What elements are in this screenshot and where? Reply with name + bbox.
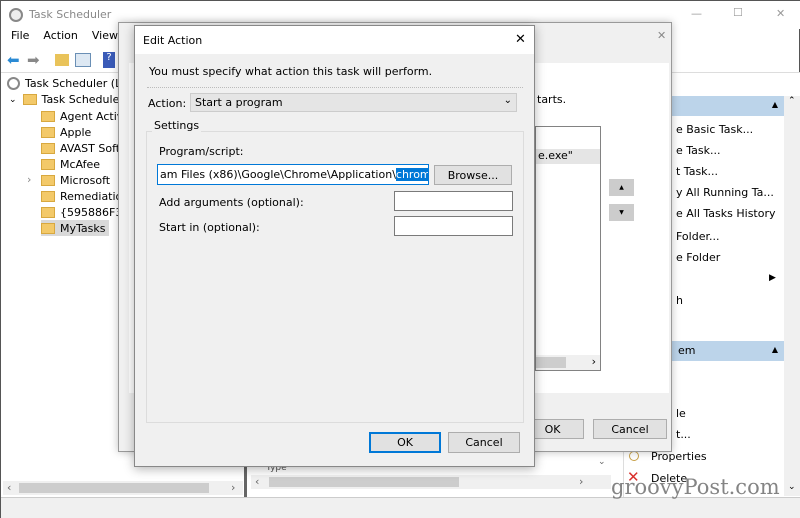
browse-button[interactable]: Browse... xyxy=(434,165,512,185)
move-up-button[interactable]: ▲ xyxy=(609,179,634,196)
folder-icon xyxy=(41,158,55,170)
action-item[interactable]: y All Running Ta... xyxy=(676,186,774,199)
edit-action-dialog: Edit Action ✕ You must specify what acti… xyxy=(134,25,535,467)
properties-icon xyxy=(629,451,639,461)
collapse-icon[interactable]: ▲ xyxy=(772,345,778,354)
action-item[interactable]: e All Tasks History xyxy=(676,207,776,220)
window-title: Task Scheduler xyxy=(29,8,112,21)
list-item[interactable]: e.exe" xyxy=(536,149,600,164)
instruction-text: You must specify what action this task w… xyxy=(149,65,433,78)
args-label: Add arguments (optional): xyxy=(159,196,304,209)
clock-icon xyxy=(9,8,23,22)
scroll-left-icon[interactable]: ‹ xyxy=(7,481,11,494)
watermark: groovyPost.com xyxy=(611,475,780,499)
maximize-button[interactable]: ☐ xyxy=(733,6,743,19)
chevron-down-icon[interactable]: ⌄ xyxy=(9,95,17,105)
show-pane-icon[interactable] xyxy=(75,53,91,67)
cancel-button[interactable]: Cancel xyxy=(448,432,520,453)
folder-icon xyxy=(41,174,55,186)
folder-icon xyxy=(41,190,55,202)
tree-folder[interactable]: Apple xyxy=(41,124,91,140)
tree-library[interactable]: ⌄ Task Scheduler L xyxy=(9,93,133,106)
folder-icon xyxy=(41,206,55,218)
close-button[interactable]: ✕ xyxy=(776,7,785,20)
menu-file[interactable]: File xyxy=(11,29,29,47)
move-down-button[interactable]: ▼ xyxy=(609,204,634,221)
tree-folder[interactable]: Microsoft xyxy=(41,172,110,188)
start-in-input[interactable] xyxy=(394,216,513,236)
close-icon[interactable]: ✕ xyxy=(515,32,526,47)
scroll-left-icon[interactable]: ‹ xyxy=(255,475,259,488)
action-item[interactable]: le xyxy=(676,407,686,420)
tree-folder[interactable]: AVAST Softw xyxy=(41,140,129,156)
action-item[interactable]: e Basic Task... xyxy=(676,123,753,136)
separator xyxy=(147,87,523,88)
scroll-thumb[interactable] xyxy=(269,477,459,487)
actions-scrollbar[interactable]: ⌃ ⌄ xyxy=(784,96,800,496)
actions-list[interactable]: e.exe" › xyxy=(535,126,601,371)
scroll-right-icon[interactable]: › xyxy=(231,481,235,494)
collapse-icon[interactable]: ▲ xyxy=(772,100,778,109)
program-label: Program/script: xyxy=(159,145,244,158)
chevron-down-icon: ⌄ xyxy=(503,95,512,106)
action-select[interactable]: Start a program ⌄ xyxy=(190,93,517,112)
clock-icon xyxy=(7,77,20,90)
dialog-title: Edit Action xyxy=(143,34,203,47)
close-icon[interactable]: ✕ xyxy=(657,29,666,42)
dialog-title-bar: Edit Action ✕ xyxy=(135,26,534,54)
cancel-button[interactable]: Cancel xyxy=(593,419,667,439)
folder-icon xyxy=(41,222,55,234)
folder-up-icon[interactable] xyxy=(55,54,69,66)
submenu-arrow-icon[interactable]: ▶ xyxy=(769,273,776,283)
scroll-thumb[interactable] xyxy=(19,483,209,493)
forward-icon[interactable]: ➡ xyxy=(27,51,40,69)
folder-icon xyxy=(22,94,37,105)
back-icon[interactable]: ⬅ xyxy=(7,51,20,69)
action-item[interactable]: e Folder xyxy=(676,251,720,264)
arguments-input[interactable] xyxy=(394,191,513,211)
menu-bar: File Action View xyxy=(1,29,118,47)
middle-scrollbar[interactable]: ‹ › xyxy=(251,475,611,489)
help-icon[interactable]: ? xyxy=(103,52,115,68)
program-script-input[interactable]: am Files (x86)\Google\Chrome\Application… xyxy=(157,164,429,185)
startin-label: Start in (optional): xyxy=(159,221,260,234)
menu-view[interactable]: View xyxy=(92,29,118,47)
settings-label: Settings xyxy=(152,119,202,132)
action-item[interactable]: t Task... xyxy=(676,165,718,178)
tree-folder-selected[interactable]: MyTasks xyxy=(41,220,110,236)
minimize-button[interactable]: — xyxy=(691,7,702,20)
list-scrollbar[interactable]: › xyxy=(536,355,600,370)
scroll-down-icon[interactable]: ⌄ xyxy=(788,482,796,492)
tree-folder[interactable]: McAfee xyxy=(41,156,100,172)
tree-folder[interactable]: Agent Activa xyxy=(41,108,130,124)
folder-icon xyxy=(41,142,55,154)
chevron-right-icon[interactable]: › xyxy=(27,173,31,186)
tree-folder[interactable]: Remediation xyxy=(41,188,129,204)
menu-action[interactable]: Action xyxy=(43,29,77,47)
action-label: Action: xyxy=(148,97,187,110)
scroll-right-icon[interactable]: › xyxy=(592,355,596,368)
action-item[interactable]: t... xyxy=(676,428,691,441)
action-item[interactable]: e Task... xyxy=(676,144,721,157)
scroll-right-icon[interactable]: › xyxy=(579,475,583,488)
action-item[interactable]: h xyxy=(676,294,683,307)
folder-icon xyxy=(41,126,55,138)
ok-button[interactable]: OK xyxy=(369,432,441,453)
scroll-down-icon[interactable]: ⌄ xyxy=(598,457,606,467)
tree-scrollbar[interactable]: ‹ › xyxy=(3,481,243,495)
action-item[interactable]: Folder... xyxy=(676,230,719,243)
scroll-up-icon[interactable]: ⌃ xyxy=(788,96,796,106)
folder-icon xyxy=(41,110,55,122)
starts-text: tarts. xyxy=(537,93,567,106)
status-bar xyxy=(1,497,800,518)
